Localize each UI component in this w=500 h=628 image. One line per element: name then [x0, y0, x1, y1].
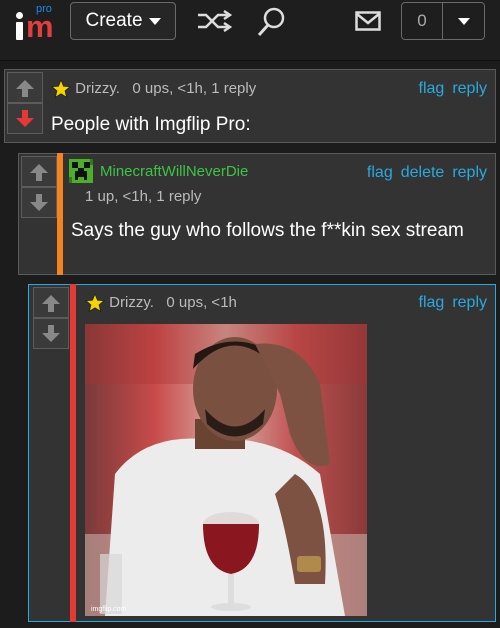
upvote-button[interactable]	[7, 72, 43, 103]
arrow-down-icon	[42, 324, 60, 342]
reply-link[interactable]: reply	[452, 80, 487, 97]
shuffle-icon[interactable]	[196, 10, 232, 32]
thread-stripe	[70, 284, 76, 622]
comment-2: MinecraftWillNeverDie 1 up, <1h, 1 reply…	[18, 153, 496, 275]
comment-text: People with Imgflip Pro:	[51, 114, 251, 135]
mail-icon[interactable]	[355, 11, 381, 31]
comment-author[interactable]: Drizzy.	[109, 294, 154, 311]
delete-link[interactable]: delete	[401, 164, 445, 181]
top-navbar: pro m Create 0	[0, 0, 500, 61]
star-icon	[51, 79, 71, 99]
imgflip-logo[interactable]: pro m	[14, 3, 62, 48]
arrow-down-icon	[16, 109, 34, 127]
notifications-dropdown[interactable]: 0	[401, 2, 485, 40]
comment-stats: 0 ups, <1h	[166, 293, 237, 311]
comment-1: Drizzy. 0 ups, <1h, 1 reply flag reply Pe…	[4, 69, 496, 143]
meme-image[interactable]: imgflip.com	[85, 324, 367, 616]
flag-link[interactable]: flag	[367, 164, 393, 181]
comment-author[interactable]: Drizzy.	[75, 80, 120, 97]
arrow-up-icon	[30, 163, 48, 181]
notification-count: 0	[402, 3, 443, 39]
upvote-button[interactable]	[33, 287, 69, 318]
upvote-button[interactable]	[21, 156, 57, 187]
downvote-button[interactable]	[7, 103, 43, 134]
comment-3: Drizzy. 0 ups, <1h flag reply imgflip.co…	[28, 284, 496, 622]
comment-stats: 1 up, <1h, 1 reply	[85, 188, 202, 205]
watermark-text: imgflip.com	[91, 606, 127, 613]
arrow-up-icon	[42, 294, 60, 312]
creeper-avatar-icon[interactable]	[69, 159, 93, 183]
comment-author[interactable]: MinecraftWillNeverDie	[100, 163, 248, 180]
search-icon[interactable]	[256, 6, 286, 38]
flag-link[interactable]: flag	[419, 294, 445, 311]
chevron-down-icon	[457, 17, 470, 25]
create-label: Create	[85, 10, 143, 31]
arrow-up-icon	[16, 79, 34, 97]
create-button[interactable]: Create	[70, 2, 176, 40]
star-icon	[85, 293, 105, 313]
flag-link[interactable]: flag	[419, 80, 445, 97]
reply-link[interactable]: reply	[452, 294, 487, 311]
comment-stats: 0 ups, <1h, 1 reply	[132, 79, 257, 97]
downvote-button[interactable]	[21, 187, 57, 218]
chevron-down-icon	[148, 17, 161, 25]
downvote-button[interactable]	[33, 318, 69, 349]
reply-link[interactable]: reply	[452, 164, 487, 181]
comment-text: Says the guy who follows the f**kin sex …	[71, 220, 464, 241]
arrow-down-icon	[30, 193, 48, 211]
thread-stripe	[57, 153, 63, 275]
